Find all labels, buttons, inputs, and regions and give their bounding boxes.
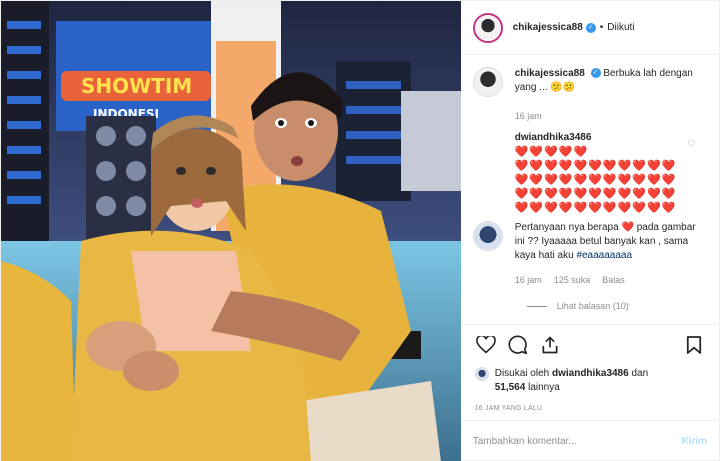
liked-by-prefix: Disukai oleh: [494, 368, 550, 379]
post-header: chikajessica88 ✓ • Diikuti: [460, 1, 719, 55]
verified-badge-icon: ✓: [590, 68, 601, 79]
add-comment-bar: Kirim: [460, 420, 719, 461]
verified-badge-icon: ✓: [585, 22, 596, 33]
instagram-post: SHOWTIM INDONESI chikajessica88 ✓ • Diik…: [0, 0, 720, 461]
caption: chikajessica88 ✓ Berbuka lah dengan yang…: [472, 67, 707, 123]
liked-by: Disukai oleh dwiandhika3486 dan 51,564 l…: [474, 367, 705, 395]
comment-continued: Pertanyaan nya berapa ❤️ pada gambar ini…: [472, 221, 707, 287]
caption-time[interactable]: 16 jam: [515, 109, 542, 123]
comment-likes[interactable]: 125 suka: [554, 273, 591, 287]
view-replies-button[interactable]: Lihat balasan (10): [526, 301, 707, 311]
comment-username[interactable]: dwiandhika3486: [515, 132, 592, 143]
comment-like-heart-icon[interactable]: ♡: [687, 139, 697, 150]
post-actions: Disukai oleh dwiandhika3486 dan 51,564 l…: [460, 324, 719, 420]
author-avatar[interactable]: [472, 12, 503, 43]
add-comment-input[interactable]: [472, 436, 682, 447]
liked-by-avatar[interactable]: [474, 367, 489, 381]
header-separator: •: [599, 22, 604, 33]
comment-time[interactable]: 16 jam: [515, 273, 542, 287]
caption-username[interactable]: chikajessica88: [515, 68, 585, 79]
share-icon[interactable]: [539, 334, 561, 356]
comment: dwiandhika3486 ❤️❤️❤️❤️❤️ ❤️❤️❤️❤️❤️❤️❤️…: [473, 131, 707, 215]
comment-reply-button[interactable]: Balas: [602, 273, 625, 287]
bookmark-icon[interactable]: [683, 334, 705, 356]
post-comment-button[interactable]: Kirim: [681, 436, 707, 447]
commenter-avatar[interactable]: [472, 221, 503, 251]
liked-by-user[interactable]: dwiandhika3486: [552, 368, 629, 379]
stage-sign-text: SHOWTIM: [81, 74, 192, 98]
likes-count[interactable]: 51,564: [495, 382, 526, 393]
view-replies-label: Lihat balasan (10): [556, 301, 629, 311]
replies-divider: [526, 305, 547, 307]
liked-by-and: dan: [631, 368, 649, 379]
comment-icon[interactable]: [507, 334, 529, 356]
caption-avatar[interactable]: [472, 67, 503, 97]
likes-others[interactable]: lainnya: [528, 382, 560, 393]
follow-status-button[interactable]: Diikuti: [607, 22, 634, 33]
heart-icon[interactable]: [475, 334, 497, 356]
post-image: SHOWTIM INDONESI: [1, 1, 461, 461]
post-timestamp[interactable]: 16 JAM YANG LALU: [475, 405, 705, 412]
author-username[interactable]: chikajessica88: [513, 22, 583, 33]
comment-hearts: ❤️❤️❤️❤️❤️ ❤️❤️❤️❤️❤️❤️❤️❤️❤️❤️❤️ ❤️❤️❤️…: [514, 146, 677, 214]
comments-section: chikajessica88 ✓ Berbuka lah dengan yang…: [461, 55, 719, 324]
post-panel: chikajessica88 ✓ • Diikuti chikajessica8…: [460, 1, 719, 461]
comment-hashtag[interactable]: #eaaaaaaaa: [576, 250, 632, 261]
post-photo[interactable]: SHOWTIM INDONESI: [1, 1, 461, 461]
